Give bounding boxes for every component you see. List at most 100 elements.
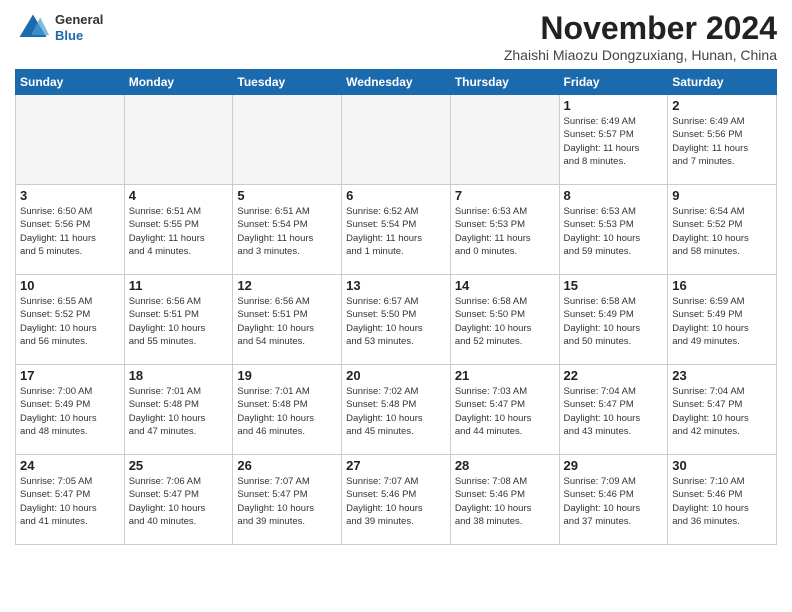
calendar-cell: 21Sunrise: 7:03 AM Sunset: 5:47 PM Dayli… [450,365,559,455]
calendar-cell: 11Sunrise: 6:56 AM Sunset: 5:51 PM Dayli… [124,275,233,365]
day-number: 25 [129,458,229,473]
calendar-cell: 9 Sunrise: 6:54 AM Sunset: 5:52 PM Daylig… [668,185,777,275]
day-number: 7 [455,188,555,203]
day-info: Sunrise: 6:58 AM Sunset: 5:49 PM Dayligh… [564,295,664,348]
day-info: Sunrise: 7:09 AM Sunset: 5:46 PM Dayligh… [564,475,664,528]
calendar-cell [342,95,451,185]
calendar-cell: 29Sunrise: 7:09 AM Sunset: 5:46 PM Dayli… [559,455,668,545]
calendar-table: SundayMondayTuesdayWednesdayThursdayFrid… [15,69,777,545]
calendar-cell: 12 Sunrise: 6:56 AM Sunset: 5:51 PM Dayli… [233,275,342,365]
day-number: 19 [237,368,337,383]
day-info: Sunrise: 6:56 AM Sunset: 5:51 PM Dayligh… [237,295,337,348]
day-number: 30 [672,458,772,473]
calendar-week-row: 3 Sunrise: 6:50 AM Sunset: 5:56 PM Daylig… [16,185,777,275]
day-number: 23 [672,368,772,383]
calendar-cell: 22 Sunrise: 7:04 AM Sunset: 5:47 PM Dayli… [559,365,668,455]
weekday-row: SundayMondayTuesdayWednesdayThursdayFrid… [16,70,777,95]
day-info: Sunrise: 6:55 AM Sunset: 5:52 PM Dayligh… [20,295,120,348]
day-info: Sunrise: 7:07 AM Sunset: 5:46 PM Dayligh… [346,475,446,528]
day-number: 14 [455,278,555,293]
calendar-cell: 5Sunrise: 6:51 AM Sunset: 5:54 PM Daylig… [233,185,342,275]
day-number: 20 [346,368,446,383]
day-number: 24 [20,458,120,473]
day-number: 4 [129,188,229,203]
calendar-week-row: 10 Sunrise: 6:55 AM Sunset: 5:52 PM Dayli… [16,275,777,365]
month-title: November 2024 [504,10,777,47]
calendar-cell: 17Sunrise: 7:00 AM Sunset: 5:49 PM Dayli… [16,365,125,455]
day-number: 1 [564,98,664,113]
calendar-cell: 1 Sunrise: 6:49 AM Sunset: 5:57 PM Daylig… [559,95,668,185]
calendar-cell: 13 Sunrise: 6:57 AM Sunset: 5:50 PM Dayli… [342,275,451,365]
day-info: Sunrise: 7:02 AM Sunset: 5:48 PM Dayligh… [346,385,446,438]
calendar-cell: 30 Sunrise: 7:10 AM Sunset: 5:46 PM Dayli… [668,455,777,545]
calendar-cell [233,95,342,185]
calendar-body: 1 Sunrise: 6:49 AM Sunset: 5:57 PM Daylig… [16,95,777,545]
calendar-cell: 19 Sunrise: 7:01 AM Sunset: 5:48 PM Dayli… [233,365,342,455]
day-info: Sunrise: 6:49 AM Sunset: 5:57 PM Dayligh… [564,115,664,168]
day-info: Sunrise: 7:04 AM Sunset: 5:47 PM Dayligh… [564,385,664,438]
calendar-week-row: 24Sunrise: 7:05 AM Sunset: 5:47 PM Dayli… [16,455,777,545]
day-info: Sunrise: 6:51 AM Sunset: 5:55 PM Dayligh… [129,205,229,258]
weekday-header: Monday [124,70,233,95]
calendar-cell: 10 Sunrise: 6:55 AM Sunset: 5:52 PM Dayli… [16,275,125,365]
calendar-cell [16,95,125,185]
calendar-header: SundayMondayTuesdayWednesdayThursdayFrid… [16,70,777,95]
calendar-cell: 8Sunrise: 6:53 AM Sunset: 5:53 PM Daylig… [559,185,668,275]
calendar-cell: 18 Sunrise: 7:01 AM Sunset: 5:48 PM Dayli… [124,365,233,455]
day-info: Sunrise: 6:59 AM Sunset: 5:49 PM Dayligh… [672,295,772,348]
calendar-cell: 15 Sunrise: 6:58 AM Sunset: 5:49 PM Dayli… [559,275,668,365]
day-number: 2 [672,98,772,113]
weekday-header: Saturday [668,70,777,95]
calendar-cell: 2 Sunrise: 6:49 AM Sunset: 5:56 PM Daylig… [668,95,777,185]
weekday-header: Sunday [16,70,125,95]
day-number: 12 [237,278,337,293]
day-info: Sunrise: 7:00 AM Sunset: 5:49 PM Dayligh… [20,385,120,438]
logo-blue: Blue [55,28,103,44]
day-number: 9 [672,188,772,203]
calendar-cell: 27 Sunrise: 7:07 AM Sunset: 5:46 PM Dayli… [342,455,451,545]
day-info: Sunrise: 7:01 AM Sunset: 5:48 PM Dayligh… [237,385,337,438]
calendar-cell: 14 Sunrise: 6:58 AM Sunset: 5:50 PM Dayli… [450,275,559,365]
day-info: Sunrise: 6:53 AM Sunset: 5:53 PM Dayligh… [455,205,555,258]
day-number: 21 [455,368,555,383]
day-info: Sunrise: 6:57 AM Sunset: 5:50 PM Dayligh… [346,295,446,348]
day-info: Sunrise: 6:54 AM Sunset: 5:52 PM Dayligh… [672,205,772,258]
day-info: Sunrise: 7:01 AM Sunset: 5:48 PM Dayligh… [129,385,229,438]
day-number: 27 [346,458,446,473]
calendar-cell [450,95,559,185]
calendar-cell: 25Sunrise: 7:06 AM Sunset: 5:47 PM Dayli… [124,455,233,545]
logo-text: General Blue [55,12,103,43]
calendar-week-row: 17Sunrise: 7:00 AM Sunset: 5:49 PM Dayli… [16,365,777,455]
calendar-cell: 6 Sunrise: 6:52 AM Sunset: 5:54 PM Daylig… [342,185,451,275]
calendar-cell: 3 Sunrise: 6:50 AM Sunset: 5:56 PM Daylig… [16,185,125,275]
calendar-cell: 23 Sunrise: 7:04 AM Sunset: 5:47 PM Dayli… [668,365,777,455]
weekday-header: Wednesday [342,70,451,95]
weekday-header: Friday [559,70,668,95]
day-number: 15 [564,278,664,293]
day-info: Sunrise: 6:50 AM Sunset: 5:56 PM Dayligh… [20,205,120,258]
day-info: Sunrise: 7:04 AM Sunset: 5:47 PM Dayligh… [672,385,772,438]
calendar-cell: 26Sunrise: 7:07 AM Sunset: 5:47 PM Dayli… [233,455,342,545]
calendar-week-row: 1 Sunrise: 6:49 AM Sunset: 5:57 PM Daylig… [16,95,777,185]
day-info: Sunrise: 6:49 AM Sunset: 5:56 PM Dayligh… [672,115,772,168]
day-number: 13 [346,278,446,293]
day-info: Sunrise: 7:10 AM Sunset: 5:46 PM Dayligh… [672,475,772,528]
calendar-cell: 28Sunrise: 7:08 AM Sunset: 5:46 PM Dayli… [450,455,559,545]
day-number: 3 [20,188,120,203]
logo-icon [15,10,51,46]
calendar-cell [124,95,233,185]
calendar-cell: 4 Sunrise: 6:51 AM Sunset: 5:55 PM Daylig… [124,185,233,275]
day-number: 22 [564,368,664,383]
day-number: 10 [20,278,120,293]
day-number: 6 [346,188,446,203]
page-header: General Blue November 2024 Zhaishi Miaoz… [15,10,777,63]
day-number: 16 [672,278,772,293]
weekday-header: Tuesday [233,70,342,95]
day-info: Sunrise: 6:58 AM Sunset: 5:50 PM Dayligh… [455,295,555,348]
day-number: 18 [129,368,229,383]
day-info: Sunrise: 7:07 AM Sunset: 5:47 PM Dayligh… [237,475,337,528]
day-info: Sunrise: 6:52 AM Sunset: 5:54 PM Dayligh… [346,205,446,258]
day-number: 11 [129,278,229,293]
day-number: 8 [564,188,664,203]
logo: General Blue [15,10,103,46]
